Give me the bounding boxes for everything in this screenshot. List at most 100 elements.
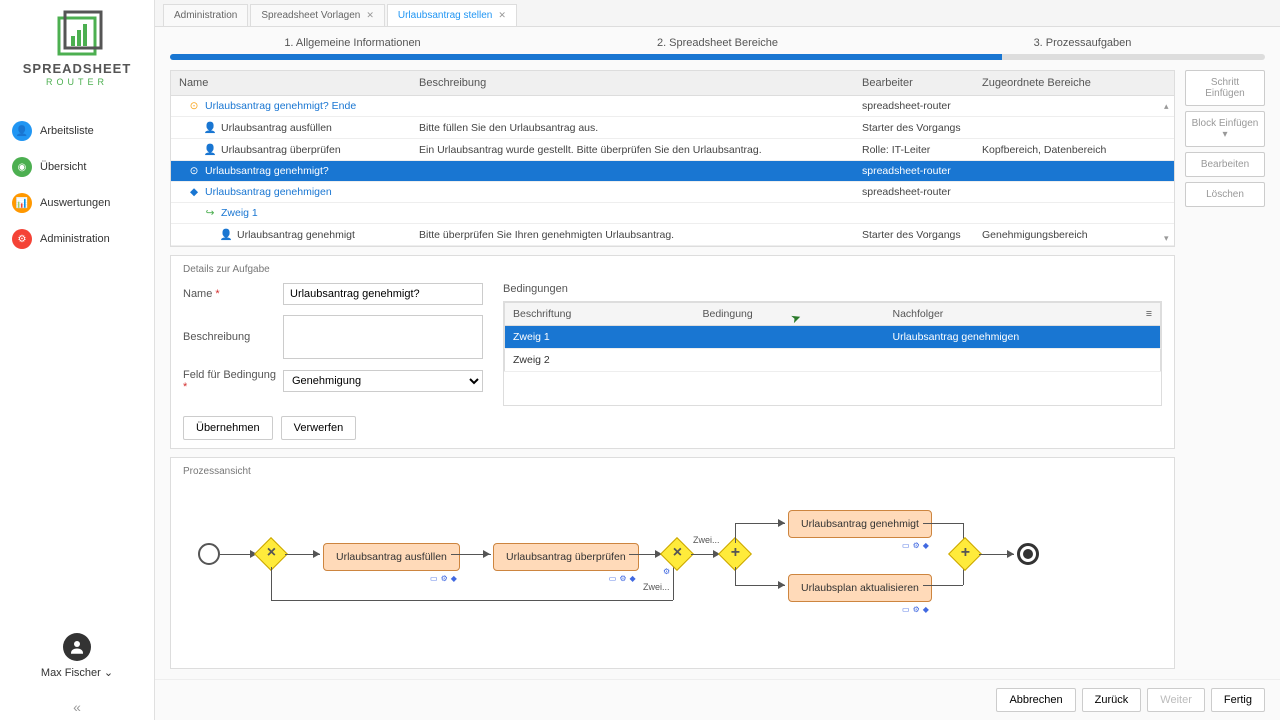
svg-text:SPREADSHEET: SPREADSHEET [23, 61, 132, 76]
discard-button[interactable]: Verwerfen [281, 416, 357, 440]
nav-icon: 📊 [12, 193, 32, 213]
col-areas[interactable]: Zugeordnete Bereiche [974, 71, 1174, 96]
conditions-title: Bedingungen [503, 283, 1162, 295]
bpmn-task-update[interactable]: Urlaubsplan aktualisieren ▭⚙◆ [788, 574, 932, 602]
nav-list: 👤 Arbeitsliste ◉ Übersicht 📊 Auswertungen ⚙ Adm… [0, 103, 154, 618]
details-form: Name * Beschreibung Feld für Bedingung * [183, 283, 483, 406]
nav-label: Arbeitsliste [40, 125, 94, 137]
input-name[interactable] [283, 283, 483, 305]
table-row[interactable]: 👤Urlaubsantrag genehmigtBitte überprüfen… [171, 224, 1174, 246]
condition-row[interactable]: Zweig 2 [505, 349, 1161, 372]
cond-col-label[interactable]: Beschriftung [505, 303, 695, 326]
close-icon[interactable]: ✕ [498, 10, 506, 21]
bpmn-end-event[interactable] [1017, 543, 1039, 565]
table-row[interactable]: ◆Urlaubsantrag genehmigenspreadsheet-rou… [171, 182, 1174, 203]
label-desc: Beschreibung [183, 331, 283, 343]
tab[interactable]: Spreadsheet Vorlagen ✕ [250, 4, 385, 26]
task-table: Name Beschreibung Bearbeiter Zugeordnete… [171, 71, 1174, 246]
table-row[interactable]: ⊙Urlaubsantrag genehmigt?spreadsheet-rou… [171, 161, 1174, 182]
row-icon: ⊙ [187, 100, 201, 112]
col-name[interactable]: Name [171, 71, 411, 96]
process-panel: Prozessansicht [170, 457, 1175, 669]
chevron-down-icon: ▾ [1222, 129, 1227, 140]
content: Name Beschreibung Bearbeiter Zugeordnete… [155, 60, 1280, 679]
row-icon: 👤 [203, 143, 217, 156]
actions-panel: Schritt Einfügen Block Einfügen ▾ Bearbe… [1185, 70, 1265, 669]
tab-label: Spreadsheet Vorlagen [261, 10, 360, 21]
tab-label: Urlaubsantrag stellen [398, 10, 493, 21]
select-condfield[interactable]: Genehmigung [283, 370, 483, 392]
wizard-step-3[interactable]: 3. Prozessaufgaben [900, 37, 1265, 54]
nav-item-administration[interactable]: ⚙ Administration [0, 221, 154, 257]
sidebar-collapse-button[interactable]: « [0, 694, 154, 720]
row-icon: ↪ [203, 207, 217, 219]
close-icon[interactable]: ✕ [366, 10, 374, 21]
nav-item-auswertungen[interactable]: 📊 Auswertungen [0, 185, 154, 221]
logo: SPREADSHEET ROUTER [0, 0, 154, 103]
col-editor[interactable]: Bearbeiter [854, 71, 974, 96]
table-row[interactable]: 👤Urlaubsantrag ausfüllenBitte füllen Sie… [171, 117, 1174, 139]
wizard-step-1[interactable]: 1. Allgemeine Informationen [170, 37, 535, 54]
col-desc[interactable]: Beschreibung [411, 71, 854, 96]
bpmn-task-approved[interactable]: Urlaubsantrag genehmigt ▭⚙◆ [788, 510, 932, 538]
input-desc[interactable] [283, 315, 483, 359]
tab[interactable]: Administration [163, 4, 248, 26]
bpmn-task-check[interactable]: Urlaubsantrag überprüfen ▭⚙◆ [493, 543, 639, 571]
sidebar: SPREADSHEET ROUTER 👤 Arbeitsliste ◉ Übersic… [0, 0, 155, 720]
row-icon: 👤 [203, 121, 217, 134]
bpmn-edge-label-2: Zwei... [643, 582, 670, 592]
bpmn-task-fill[interactable]: Urlaubsantrag ausfüllen ▭⚙◆ [323, 543, 460, 571]
edit-button[interactable]: Bearbeiten [1185, 152, 1265, 177]
task-table-wrap: Name Beschreibung Bearbeiter Zugeordnete… [170, 70, 1175, 247]
conditions-table: Beschriftung Bedingung Nachfolger ≡ Zwei… [504, 302, 1161, 372]
table-row[interactable]: ⊙Urlaubsantrag genehmigt? Endespreadshee… [171, 96, 1174, 117]
label-name: Name * [183, 288, 283, 300]
tab-label: Administration [174, 10, 237, 21]
insert-block-button[interactable]: Block Einfügen ▾ [1185, 111, 1265, 147]
wizard-steps: 1. Allgemeine Informationen 2. Spreadshe… [155, 27, 1280, 54]
user-avatar-icon [63, 633, 91, 661]
user-name: Max Fischer ⌄ [15, 666, 139, 679]
row-icon: ⊙ [187, 165, 201, 177]
details-panel: Details zur Aufgabe Name * Beschreibung [170, 255, 1175, 449]
user-area[interactable]: Max Fischer ⌄ [0, 618, 154, 694]
finish-button[interactable]: Fertig [1211, 688, 1265, 712]
details-title: Details zur Aufgabe [183, 264, 1162, 275]
bpmn-start-event[interactable] [198, 543, 220, 565]
cond-col-succ[interactable]: Nachfolger [885, 303, 1138, 326]
row-icon: 👤 [219, 228, 233, 241]
next-button[interactable]: Weiter [1147, 688, 1205, 712]
nav-label: Auswertungen [40, 197, 110, 209]
nav-item-übersicht[interactable]: ◉ Übersicht [0, 149, 154, 185]
process-title: Prozessansicht [183, 466, 1162, 477]
back-button[interactable]: Zurück [1082, 688, 1142, 712]
table-row[interactable]: 👤Urlaubsantrag überprüfenEin Urlaubsantr… [171, 139, 1174, 161]
bpmn-gateway-1[interactable] [254, 537, 288, 571]
nav-item-arbeitsliste[interactable]: 👤 Arbeitsliste [0, 113, 154, 149]
bpmn-canvas[interactable]: Urlaubsantrag ausfüllen ▭⚙◆ Urlaubsantra… [183, 485, 1162, 620]
delete-button[interactable]: Löschen [1185, 182, 1265, 207]
app-root: SPREADSHEET ROUTER 👤 Arbeitsliste ◉ Übersic… [0, 0, 1280, 720]
footer: Abbrechen Zurück Weiter Fertig [155, 679, 1280, 720]
cancel-button[interactable]: Abbrechen [996, 688, 1075, 712]
nav-icon: 👤 [12, 121, 32, 141]
wizard-step-2[interactable]: 2. Spreadsheet Bereiche [535, 37, 900, 54]
conditions-panel: Bedingungen Beschriftung Bedingung Nachf… [503, 283, 1162, 406]
nav-icon: ⚙ [12, 229, 32, 249]
nav-label: Übersicht [40, 161, 86, 173]
row-icon: ◆ [187, 186, 201, 198]
condition-row[interactable]: Zweig 1Urlaubsantrag genehmigen [505, 326, 1161, 349]
bpmn-gateway-2[interactable] [660, 537, 694, 571]
bpmn-gateway-4[interactable] [948, 537, 982, 571]
cond-menu-icon[interactable]: ≡ [1138, 303, 1161, 326]
bpmn-edge-label-1: Zwei... [693, 535, 720, 545]
scroll-indicator[interactable]: ▴▾ [1164, 101, 1172, 244]
nav-icon: ◉ [12, 157, 32, 177]
svg-text:ROUTER: ROUTER [46, 77, 108, 87]
insert-step-button[interactable]: Schritt Einfügen [1185, 70, 1265, 106]
tab[interactable]: Urlaubsantrag stellen ✕ [387, 4, 517, 26]
table-row[interactable]: ↪Zweig 1 [171, 203, 1174, 224]
nav-label: Administration [40, 233, 110, 245]
logo-icon: SPREADSHEET ROUTER [17, 10, 137, 90]
apply-button[interactable]: Übernehmen [183, 416, 273, 440]
